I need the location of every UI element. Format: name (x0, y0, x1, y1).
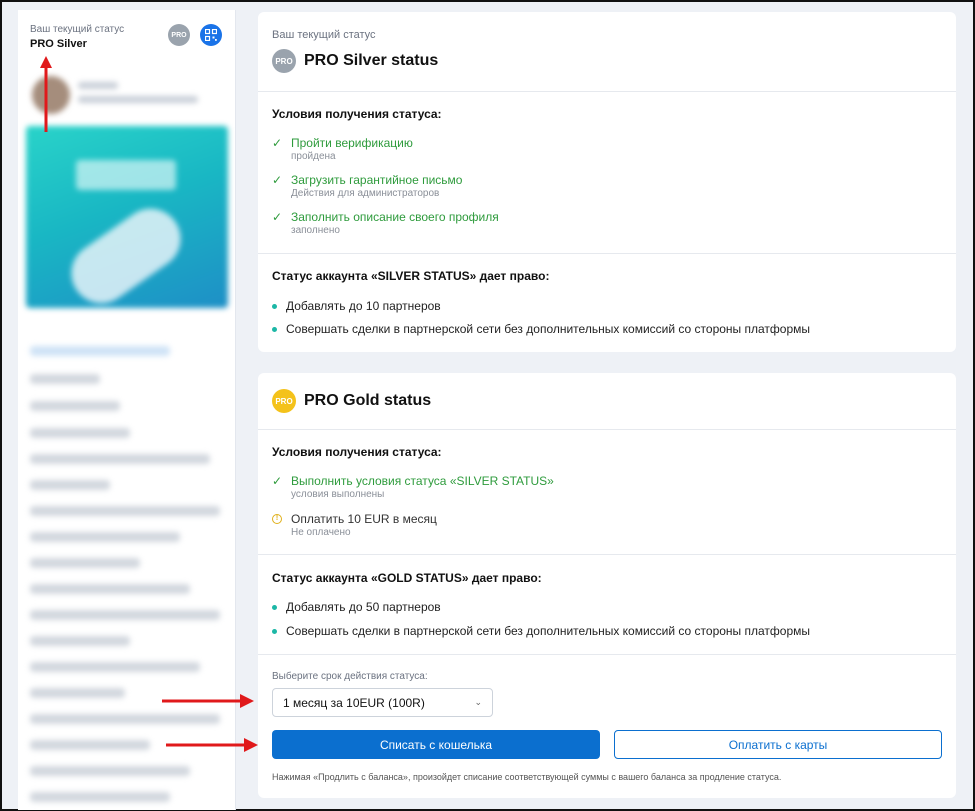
current-status: Ваш текущий статус PRO Silver (30, 24, 124, 50)
blurred-line (78, 96, 198, 103)
condition-text: Выполнить условия статуса «SILVER STATUS… (291, 474, 554, 500)
blurred-menu-item[interactable] (30, 454, 210, 464)
condition-title: Выполнить условия статуса «SILVER STATUS… (291, 474, 554, 488)
blurred-menu-item[interactable] (30, 636, 130, 646)
check-icon: ✓ (272, 474, 283, 488)
blurred-menu-item[interactable] (30, 558, 140, 568)
blurred-menu-item[interactable] (30, 662, 200, 672)
banner-text-shape (76, 160, 176, 190)
gold-right-item: Добавлять до 50 партнеров (272, 600, 441, 614)
blurred-menu-item[interactable] (30, 480, 110, 490)
gold-condition: ! Оплатить 10 EUR в месяц Не оплачено (272, 512, 437, 538)
silver-conditions-title: Условия получения статуса: (272, 107, 442, 121)
condition-subtitle: Действия для администраторов (291, 188, 440, 199)
silver-rights-title: Статус аккаунта «SILVER STATUS» дает пра… (272, 269, 550, 283)
silver-title: PRO Silver status (304, 52, 439, 69)
blurred-menu-item[interactable] (30, 610, 220, 620)
gold-title: PRO Gold status (304, 392, 432, 409)
silver-title-row: PRO PRO Silver status (272, 49, 438, 73)
gold-condition: ✓ Выполнить условия статуса «SILVER STAT… (272, 474, 554, 500)
qr-code-glyph (205, 29, 217, 41)
current-status-caption: Ваш текущий статус (272, 29, 376, 41)
period-select-value: 1 месяц за 10EUR (100R) (283, 695, 425, 710)
right-text: Добавлять до 50 партнеров (286, 600, 441, 614)
condition-title: Загрузить гарантийное письмо (291, 173, 463, 187)
silver-condition: ✓ Заполнить описание своего профиля запо… (272, 210, 499, 236)
current-status-value: PRO Silver (30, 38, 87, 50)
condition-title: Заполнить описание своего профиля (291, 210, 499, 224)
divider (258, 654, 956, 655)
gold-status-card: PRO PRO Gold status Условия получения ст… (258, 373, 956, 798)
condition-subtitle: заполнено (291, 225, 340, 236)
condition-text: Пройти верификацию пройдена (291, 136, 413, 162)
check-icon: ✓ (272, 136, 283, 150)
annotation-arrow-select (162, 694, 254, 708)
divider (258, 253, 956, 254)
blurred-menu-item[interactable] (30, 374, 100, 384)
check-icon: ✓ (272, 210, 283, 224)
condition-subtitle: пройдена (291, 151, 336, 162)
condition-title: Пройти верификацию (291, 136, 413, 150)
silver-right-item: Добавлять до 10 партнеров (272, 299, 441, 313)
right-text: Совершать сделки в партнерской сети без … (286, 624, 811, 638)
condition-text: Заполнить описание своего профиля заполн… (291, 210, 499, 236)
pending-icon: ! (272, 512, 283, 538)
condition-text: Загрузить гарантийное письмо Действия дл… (291, 173, 462, 199)
qr-code-icon[interactable] (200, 24, 222, 46)
warning-circle-icon: ! (272, 514, 282, 524)
blurred-menu-item[interactable] (30, 506, 220, 516)
bullet-icon (272, 303, 277, 309)
bullet-icon (272, 604, 277, 610)
gold-right-item: Совершать сделки в партнерской сети без … (272, 624, 810, 638)
banner-rocket-shape (59, 197, 193, 315)
divider (258, 554, 956, 555)
blurred-menu-item[interactable] (30, 766, 190, 776)
condition-subtitle: Не оплачено (291, 527, 351, 538)
condition-title: Оплатить 10 EUR в месяц (291, 512, 437, 526)
silver-right-item: Совершать сделки в партнерской сети без … (272, 322, 810, 336)
gold-rights-title: Статус аккаунта «GOLD STATUS» дает право… (272, 571, 542, 585)
silver-condition: ✓ Пройти верификацию пройдена (272, 136, 413, 162)
condition-text: Оплатить 10 EUR в месяц Не оплачено (291, 512, 437, 538)
promo-banner[interactable] (26, 126, 228, 315)
current-status-label: Ваш текущий статус (30, 24, 125, 35)
period-select[interactable]: 1 месяц за 10EUR (100R) ⌄ (272, 688, 493, 717)
right-text: Добавлять до 10 партнеров (286, 299, 441, 313)
silver-status-card: Ваш текущий статус PRO PRO Silver status… (258, 12, 956, 352)
blurred-menu-item[interactable] (30, 401, 120, 411)
blurred-menu-item[interactable] (30, 740, 150, 750)
gold-conditions-title: Условия получения статуса: (272, 445, 442, 459)
bullet-icon (272, 628, 277, 634)
bullet-icon (272, 326, 277, 332)
divider (258, 91, 956, 92)
blurred-menu-item[interactable] (30, 346, 170, 356)
blurred-menu-item[interactable] (30, 688, 125, 698)
blurred-line (78, 82, 118, 89)
pay-by-card-button[interactable]: Оплатить с карты (614, 730, 942, 759)
condition-subtitle: условия выполнены (291, 489, 385, 500)
annotation-arrow-wallet (166, 738, 258, 752)
divider (258, 429, 956, 430)
blurred-menu-item[interactable] (30, 584, 190, 594)
pro-badge[interactable]: PRO (168, 24, 190, 46)
silver-pro-badge: PRO (272, 49, 296, 73)
gold-title-row: PRO PRO Gold status (272, 389, 431, 413)
check-icon: ✓ (272, 173, 283, 187)
period-select-label: Выберите срок действия статуса: (272, 671, 428, 682)
annotation-arrow-up (40, 56, 52, 132)
silver-condition: ✓ Загрузить гарантийное письмо Действия … (272, 173, 462, 199)
blurred-menu-item[interactable] (30, 428, 130, 438)
blurred-menu-item[interactable] (30, 532, 180, 542)
blurred-menu-item[interactable] (30, 714, 220, 724)
right-text: Совершать сделки в партнерской сети без … (286, 322, 811, 336)
payment-note: Нажимая «Продлить с баланса», произойдет… (272, 772, 782, 782)
gold-pro-badge: PRO (272, 389, 296, 413)
pay-from-wallet-button[interactable]: Списать с кошелька (272, 730, 600, 759)
chevron-down-icon: ⌄ (474, 697, 482, 707)
blurred-menu-item[interactable] (30, 792, 170, 802)
